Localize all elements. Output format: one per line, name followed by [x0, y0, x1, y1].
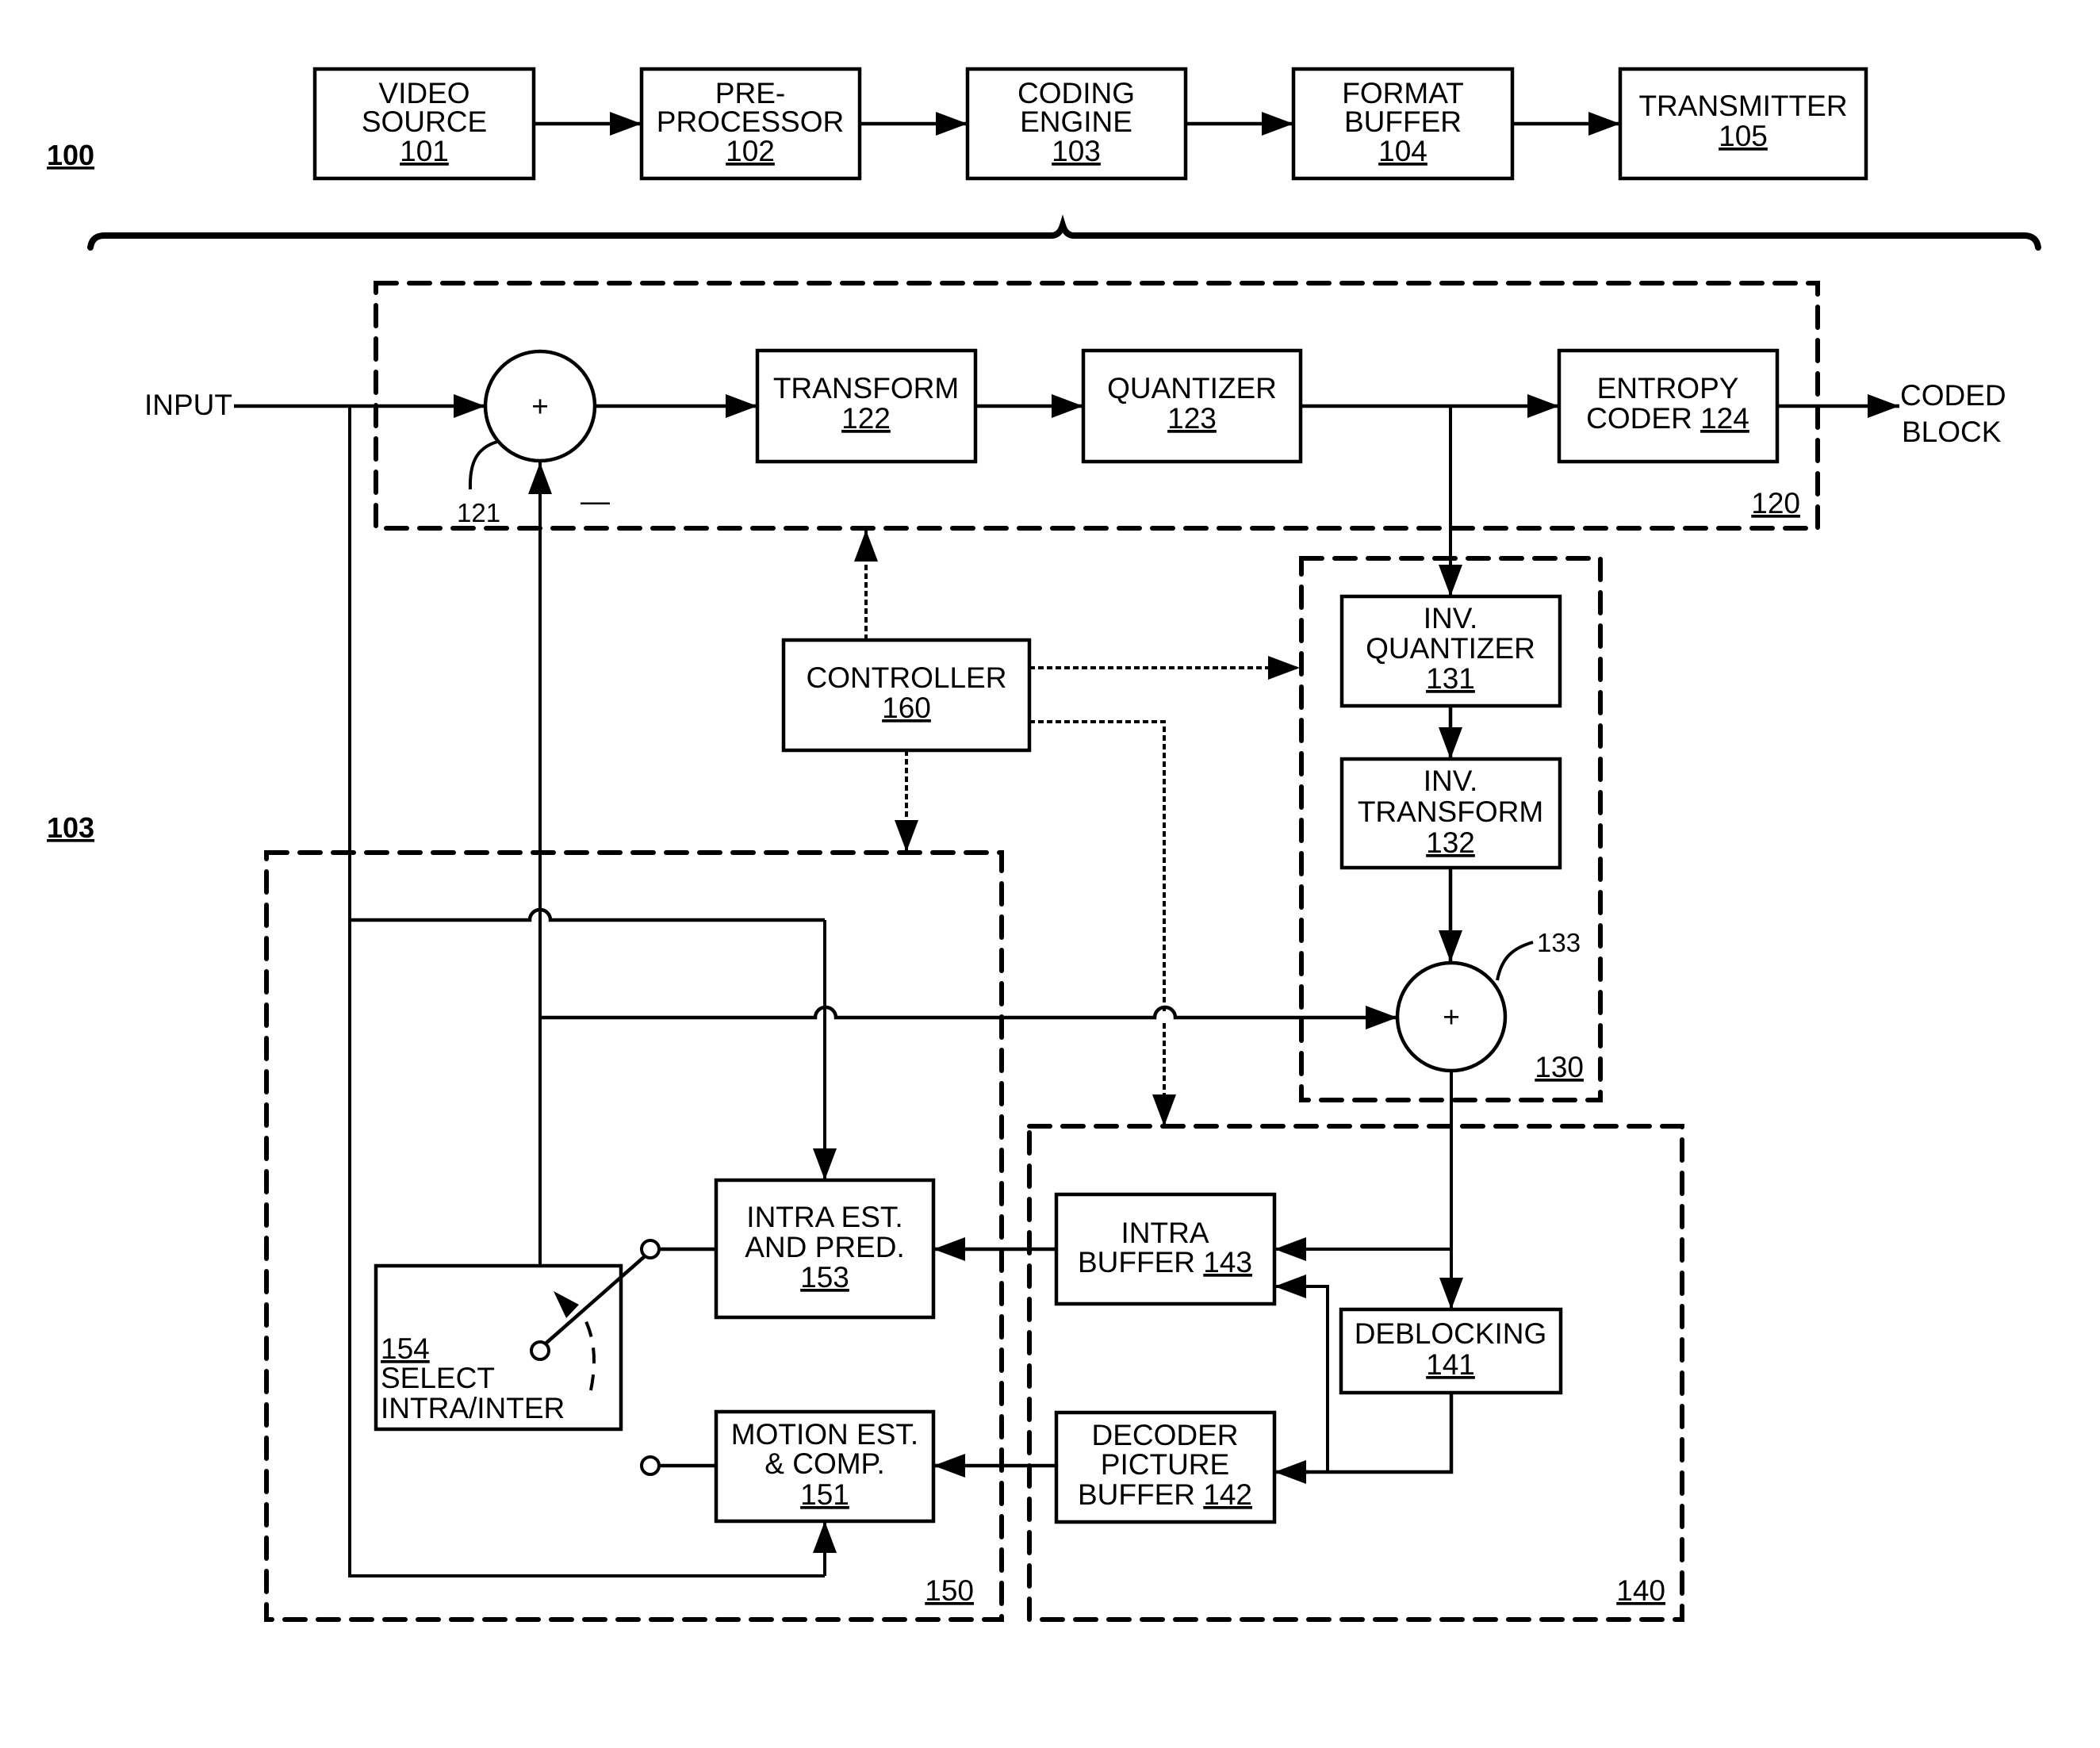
block-label: BUFFER	[1344, 105, 1462, 138]
transmitter-block[interactable]: TRANSMITTER 105	[1618, 67, 1868, 181]
block-ref: 131	[1426, 662, 1475, 695]
block-ref: 160	[882, 692, 931, 724]
block-label: DEBLOCKING	[1355, 1317, 1547, 1350]
switch-contact-inter[interactable]	[640, 1455, 661, 1476]
block-label: INV.	[1424, 765, 1478, 797]
block-label: MOTION EST.	[731, 1418, 918, 1451]
transform-block[interactable]: TRANSFORM 122	[755, 348, 978, 464]
block-ref: 101	[400, 135, 449, 167]
block-label: TRANSFORM	[773, 372, 959, 404]
subtractor-121: +	[483, 349, 597, 463]
plus-symbol: +	[1443, 1001, 1460, 1033]
block-label: TRANSFORM	[1358, 795, 1543, 828]
leader-133	[1496, 941, 1534, 981]
select-intra-inter-switch[interactable]: 154 SELECT INTRA/INTER	[374, 1255, 646, 1432]
ref-133: 133	[1537, 928, 1581, 957]
block-label: CODING	[1017, 77, 1135, 109]
block-ref: 105	[1719, 120, 1768, 152]
video-coding-system-diagram: 100 VIDEO SOURCE 101 PRE- PROCESSOR 102 …	[47, 67, 2041, 1622]
selector-label: SELECT	[381, 1362, 495, 1394]
intra-buffer-block[interactable]: INTRA BUFFER 143	[1054, 1192, 1277, 1306]
block-label: ENGINE	[1020, 105, 1132, 138]
controller-block[interactable]: CONTROLLER 160	[781, 638, 1032, 753]
block-label: & COMP.	[765, 1447, 884, 1480]
block-label: PRE-	[715, 77, 785, 109]
system-label: 100	[47, 139, 94, 171]
block-ref: 103	[1052, 135, 1101, 167]
block-ref: 123	[1167, 402, 1217, 435]
selector-label: INTRA/INTER	[381, 1392, 565, 1424]
group-130-label: 130	[1535, 1051, 1584, 1083]
block-label: TRANSMITTER	[1638, 90, 1847, 122]
block-label: BUFFER 142	[1078, 1478, 1252, 1511]
block-label: INTRA	[1121, 1217, 1209, 1249]
block-label: PICTURE	[1101, 1448, 1229, 1481]
leader-121	[468, 440, 498, 490]
deblocking-block[interactable]: DEBLOCKING 141	[1339, 1307, 1563, 1395]
line-deblocked-to-intra-buffer	[1301, 1285, 1329, 1472]
block-label: VIDEO	[378, 77, 469, 109]
block-ref: 151	[800, 1478, 849, 1511]
block-label: CODER	[1586, 402, 1692, 435]
block-ref: 102	[726, 135, 775, 167]
block-label: QUANTIZER	[1107, 372, 1277, 404]
group-140-label: 140	[1616, 1574, 1665, 1607]
line-deblocking-out	[1301, 1393, 1454, 1474]
block-label: AND PRED.	[745, 1231, 904, 1263]
block-label: CONTROLLER	[807, 661, 1007, 694]
coding-engine-block[interactable]: CODING ENGINE 103	[965, 67, 1188, 181]
entropy-coder-block[interactable]: ENTROPY CODER 124	[1557, 348, 1780, 464]
block-label: PROCESSOR	[657, 105, 844, 138]
block-ref: 104	[1378, 135, 1427, 167]
block-ref: 141	[1426, 1348, 1475, 1381]
block-ref: 122	[841, 402, 891, 435]
block-label: BUFFER	[1078, 1478, 1195, 1511]
selector-ref: 154	[381, 1332, 430, 1365]
group-120-label: 120	[1751, 487, 1800, 519]
output-label: CODED	[1900, 379, 2006, 412]
block-label: CODER 124	[1586, 402, 1749, 435]
block-label: DECODER	[1091, 1419, 1238, 1451]
block-label: INV.	[1424, 602, 1478, 634]
intra-est-pred-block[interactable]: INTRA EST. AND PRED. 153	[714, 1178, 936, 1320]
block-label: BUFFER 143	[1078, 1246, 1252, 1278]
plus-symbol: +	[531, 390, 549, 423]
arrow-prediction-to-adder	[540, 1005, 1397, 1029]
minus-sign: —	[581, 485, 610, 517]
ref-121: 121	[457, 498, 500, 527]
switch-pivot	[530, 1340, 550, 1361]
expansion-brace	[87, 214, 2041, 251]
quantizer-block[interactable]: QUANTIZER 123	[1081, 348, 1303, 464]
adder-133: +	[1395, 960, 1508, 1073]
control-line-to-buffers	[1029, 720, 1166, 1012]
block-label: SOURCE	[362, 105, 487, 138]
group-150-label: 150	[925, 1574, 974, 1607]
pre-processor-block[interactable]: PRE- PROCESSOR 102	[639, 67, 862, 181]
input-to-intra-line	[350, 907, 825, 922]
switch-contact-intra[interactable]	[640, 1239, 661, 1259]
block-label: FORMAT	[1342, 77, 1463, 109]
block-ref: 153	[800, 1261, 849, 1294]
block-label: QUANTIZER	[1366, 632, 1535, 665]
decoder-picture-buffer-block[interactable]: DECODER PICTURE BUFFER 142	[1054, 1410, 1277, 1524]
input-label: INPUT	[144, 389, 232, 421]
block-label: INTRA EST.	[746, 1201, 902, 1233]
inv-quantizer-block[interactable]: INV. QUANTIZER 131	[1339, 594, 1562, 708]
block-label: ENTROPY	[1597, 372, 1739, 404]
block-label: BUFFER	[1078, 1246, 1195, 1278]
block-ref: 143	[1203, 1246, 1252, 1278]
video-source-block[interactable]: VIDEO SOURCE 101	[312, 67, 536, 181]
format-buffer-block[interactable]: FORMAT BUFFER 104	[1291, 67, 1515, 181]
output-label: BLOCK	[1902, 416, 2002, 448]
block-ref: 142	[1203, 1478, 1252, 1511]
inv-transform-block[interactable]: INV. TRANSFORM 132	[1339, 757, 1562, 870]
engine-label: 103	[47, 811, 94, 844]
block-ref: 132	[1426, 826, 1475, 859]
block-ref: 124	[1700, 402, 1749, 435]
motion-est-comp-block[interactable]: MOTION EST. & COMP. 151	[714, 1409, 936, 1524]
